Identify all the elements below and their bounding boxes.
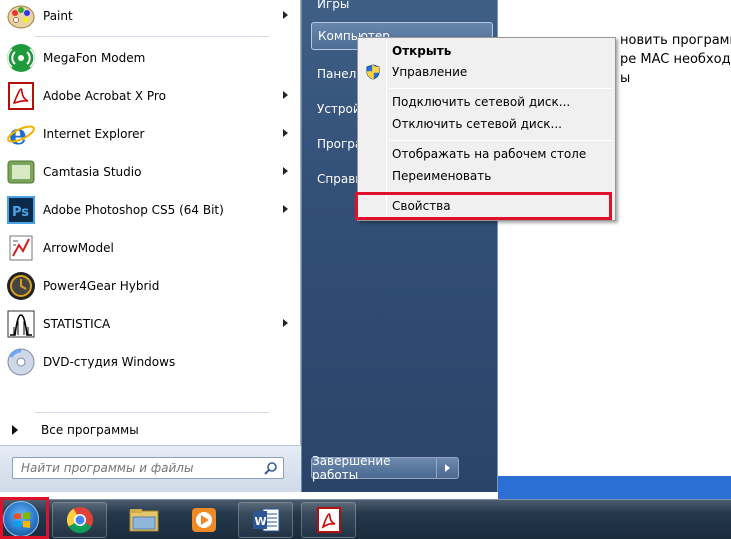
document-text-line: ре MAC необходим <box>620 52 731 67</box>
menu-item-disconnect-network-drive[interactable]: Отключить сетевой диск... <box>360 113 613 135</box>
taskbar-adobe-reader[interactable] <box>301 502 356 538</box>
taskbar-media-player[interactable] <box>176 502 231 538</box>
all-programs-label: Все программы <box>41 423 139 437</box>
word-icon: W <box>252 508 279 532</box>
menu-separator <box>389 140 613 141</box>
shutdown-options-button[interactable] <box>437 457 459 479</box>
search-input[interactable] <box>13 458 261 478</box>
menu-separator <box>389 88 613 89</box>
submenu-arrow-icon <box>283 11 288 19</box>
chrome-icon <box>66 507 93 534</box>
file-explorer-icon <box>129 509 158 532</box>
menu-item-rename[interactable]: Переименовать <box>360 165 613 187</box>
statistica-icon <box>5 308 37 340</box>
start-item-megafon-modem[interactable]: MegaFon Modem <box>0 39 300 77</box>
search-box[interactable] <box>12 457 284 479</box>
power4gear-icon <box>5 270 37 302</box>
start-item-label: Camtasia Studio <box>43 165 142 179</box>
shutdown-button[interactable]: Завершение работы <box>311 454 437 482</box>
taskbar-chrome[interactable] <box>52 502 107 538</box>
megafon-modem-icon <box>5 42 37 74</box>
menu-item-map-network-drive[interactable]: Подключить сетевой диск... <box>360 91 613 113</box>
start-item-label: Internet Explorer <box>43 127 145 141</box>
start-item-label: Power4Gear Hybrid <box>43 279 160 293</box>
separator <box>35 412 269 413</box>
start-item-label: Paint <box>43 9 73 23</box>
internet-explorer-icon: e <box>5 118 37 150</box>
adobe-reader-icon <box>316 507 341 533</box>
menu-item-open[interactable]: Открыть <box>360 40 613 62</box>
camtasia-icon <box>5 156 37 188</box>
highlight-start-button-box <box>0 497 49 539</box>
paint-palette-icon <box>5 0 37 32</box>
document-text-line: ы <box>620 71 631 86</box>
svg-text:Ps: Ps <box>12 205 29 220</box>
submenu-arrow-icon <box>283 167 288 175</box>
start-item-label: ArrowModel <box>43 241 114 255</box>
photoshop-icon: Ps <box>5 194 37 226</box>
expand-arrow-icon <box>12 425 18 435</box>
menu-item-show-on-desktop[interactable]: Отображать на рабочем столе <box>360 143 613 165</box>
adobe-acrobat-icon <box>5 80 37 112</box>
start-item-paint[interactable]: Paint <box>0 0 300 35</box>
svg-text:W: W <box>254 515 266 528</box>
start-menu-programs-pane: Paint MegaFon Modem Adobe Acrobat X Pro … <box>0 0 301 492</box>
document-text-line: новить программу <box>620 33 731 48</box>
places-item-games[interactable]: Игры <box>311 0 493 18</box>
menu-item-manage[interactable]: Управление <box>360 61 613 83</box>
separator <box>35 36 269 37</box>
start-item-label: Adobe Photoshop CS5 (64 Bit) <box>43 203 224 217</box>
chevron-right-icon <box>445 464 450 472</box>
shutdown-control: Завершение работы <box>311 454 459 482</box>
taskbar-explorer[interactable] <box>116 502 171 538</box>
submenu-arrow-icon <box>283 129 288 137</box>
media-player-icon <box>191 508 216 532</box>
start-item-internet-explorer[interactable]: e Internet Explorer <box>0 115 300 153</box>
start-item-statistica[interactable]: STATISTICA <box>0 305 300 343</box>
submenu-arrow-icon <box>283 91 288 99</box>
start-item-arrowmodel[interactable]: ArrowModel <box>0 229 300 267</box>
search-icon[interactable] <box>264 461 278 475</box>
taskbar-word[interactable]: W <box>238 502 293 538</box>
highlight-properties-box <box>355 192 612 220</box>
start-item-camtasia[interactable]: Camtasia Studio <box>0 153 300 191</box>
dvd-studio-icon <box>5 346 37 378</box>
start-item-label: Adobe Acrobat X Pro <box>43 89 166 103</box>
start-item-adobe-acrobat[interactable]: Adobe Acrobat X Pro <box>0 77 300 115</box>
start-item-power4gear[interactable]: Power4Gear Hybrid <box>0 267 300 305</box>
uac-shield-icon <box>365 64 381 80</box>
start-item-label: DVD-студия Windows <box>43 355 176 369</box>
arrowmodel-icon <box>5 232 37 264</box>
window-bottom-band <box>498 476 731 499</box>
menu-item-label: Управление <box>392 65 468 79</box>
start-item-label: MegaFon Modem <box>43 51 146 65</box>
start-item-label: STATISTICA <box>43 317 111 331</box>
taskbar: W <box>0 499 731 539</box>
all-programs-button[interactable]: Все программы <box>0 418 300 442</box>
submenu-arrow-icon <box>283 205 288 213</box>
submenu-arrow-icon <box>283 319 288 327</box>
start-item-dvd-studio[interactable]: DVD-студия Windows <box>0 343 300 381</box>
start-item-photoshop[interactable]: Ps Adobe Photoshop CS5 (64 Bit) <box>0 191 300 229</box>
